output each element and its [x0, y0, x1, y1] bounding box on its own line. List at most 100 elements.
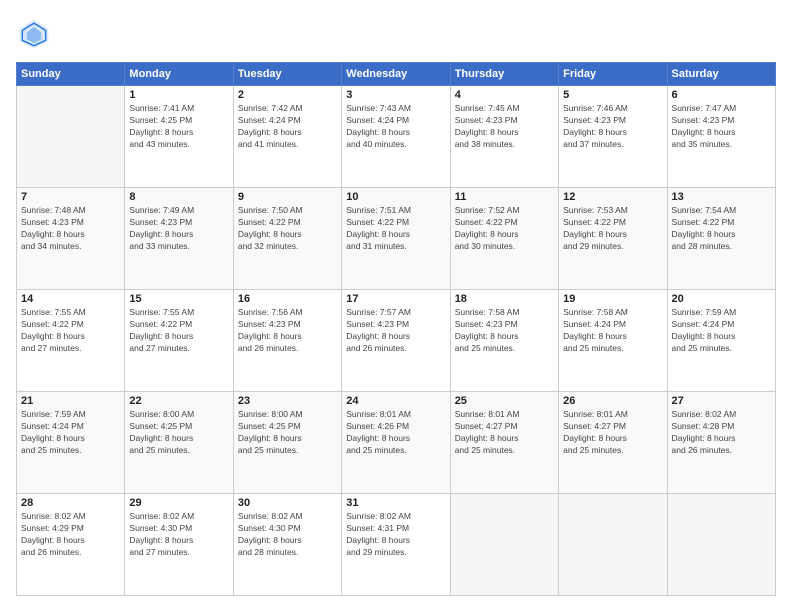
- calendar-table: SundayMondayTuesdayWednesdayThursdayFrid…: [16, 62, 776, 596]
- sunrise-text: Sunrise: 8:01 AM: [455, 409, 554, 421]
- daylight-text-2: and 25 minutes.: [672, 343, 771, 355]
- sunrise-text: Sunrise: 8:02 AM: [346, 511, 445, 523]
- sunrise-text: Sunrise: 8:00 AM: [129, 409, 228, 421]
- day-number: 25: [455, 395, 554, 407]
- daylight-text-2: and 28 minutes.: [238, 547, 337, 559]
- daylight-text-1: Daylight: 8 hours: [238, 433, 337, 445]
- daylight-text-1: Daylight: 8 hours: [563, 229, 662, 241]
- day-info: Sunrise: 7:55 AMSunset: 4:22 PMDaylight:…: [129, 307, 228, 355]
- sunset-text: Sunset: 4:25 PM: [129, 421, 228, 433]
- daylight-text-2: and 25 minutes.: [455, 445, 554, 457]
- sunrise-text: Sunrise: 8:00 AM: [238, 409, 337, 421]
- daylight-text-2: and 28 minutes.: [672, 241, 771, 253]
- day-info: Sunrise: 8:00 AMSunset: 4:25 PMDaylight:…: [129, 409, 228, 457]
- sunset-text: Sunset: 4:22 PM: [238, 217, 337, 229]
- daylight-text-2: and 31 minutes.: [346, 241, 445, 253]
- daylight-text-1: Daylight: 8 hours: [129, 229, 228, 241]
- day-number: 27: [672, 395, 771, 407]
- daylight-text-2: and 37 minutes.: [563, 139, 662, 151]
- sunset-text: Sunset: 4:22 PM: [672, 217, 771, 229]
- sunset-text: Sunset: 4:23 PM: [129, 217, 228, 229]
- day-number: 24: [346, 395, 445, 407]
- sunset-text: Sunset: 4:22 PM: [21, 319, 120, 331]
- day-info: Sunrise: 8:02 AMSunset: 4:30 PMDaylight:…: [238, 511, 337, 559]
- calendar-cell: 27 Sunrise: 8:02 AMSunset: 4:28 PMDayligh…: [667, 392, 775, 494]
- day-info: Sunrise: 8:00 AMSunset: 4:25 PMDaylight:…: [238, 409, 337, 457]
- daylight-text-1: Daylight: 8 hours: [563, 331, 662, 343]
- sunrise-text: Sunrise: 7:49 AM: [129, 205, 228, 217]
- daylight-text-1: Daylight: 8 hours: [455, 433, 554, 445]
- day-info: Sunrise: 7:54 AMSunset: 4:22 PMDaylight:…: [672, 205, 771, 253]
- daylight-text-1: Daylight: 8 hours: [672, 331, 771, 343]
- day-info: Sunrise: 8:02 AMSunset: 4:28 PMDaylight:…: [672, 409, 771, 457]
- calendar-cell: 13Sunrise: 7:54 AMSunset: 4:22 PMDayligh…: [667, 188, 775, 290]
- sunset-text: Sunset: 4:31 PM: [346, 523, 445, 535]
- day-info: Sunrise: 8:02 AMSunset: 4:29 PMDaylight:…: [21, 511, 120, 559]
- day-number: 19: [563, 293, 662, 305]
- daylight-text-1: Daylight: 8 hours: [672, 433, 771, 445]
- day-info: Sunrise: 7:49 AMSunset: 4:23 PMDaylight:…: [129, 205, 228, 253]
- calendar-cell: 17Sunrise: 7:57 AMSunset: 4:23 PMDayligh…: [342, 290, 450, 392]
- sunrise-text: Sunrise: 7:56 AM: [238, 307, 337, 319]
- page: SundayMondayTuesdayWednesdayThursdayFrid…: [0, 0, 792, 612]
- calendar-header-monday: Monday: [125, 63, 233, 86]
- sunrise-text: Sunrise: 7:58 AM: [563, 307, 662, 319]
- day-info: Sunrise: 8:01 AMSunset: 4:26 PMDaylight:…: [346, 409, 445, 457]
- calendar-cell: 20Sunrise: 7:59 AMSunset: 4:24 PMDayligh…: [667, 290, 775, 392]
- calendar-cell: 24 Sunrise: 8:01 AMSunset: 4:26 PMDayligh…: [342, 392, 450, 494]
- sunset-text: Sunset: 4:24 PM: [563, 319, 662, 331]
- day-info: Sunrise: 7:55 AMSunset: 4:22 PMDaylight:…: [21, 307, 120, 355]
- sunrise-text: Sunrise: 7:57 AM: [346, 307, 445, 319]
- calendar-week-row: 21Sunrise: 7:59 AMSunset: 4:24 PMDayligh…: [17, 392, 776, 494]
- daylight-text-1: Daylight: 8 hours: [455, 229, 554, 241]
- sunset-text: Sunset: 4:24 PM: [672, 319, 771, 331]
- daylight-text-2: and 33 minutes.: [129, 241, 228, 253]
- day-number: 16: [238, 293, 337, 305]
- sunset-text: Sunset: 4:22 PM: [346, 217, 445, 229]
- daylight-text-1: Daylight: 8 hours: [21, 433, 120, 445]
- daylight-text-1: Daylight: 8 hours: [129, 127, 228, 139]
- daylight-text-2: and 30 minutes.: [455, 241, 554, 253]
- sunset-text: Sunset: 4:27 PM: [563, 421, 662, 433]
- sunrise-text: Sunrise: 7:58 AM: [455, 307, 554, 319]
- day-number: 14: [21, 293, 120, 305]
- calendar-cell: [450, 494, 558, 596]
- calendar-cell: 30 Sunrise: 8:02 AMSunset: 4:30 PMDayligh…: [233, 494, 341, 596]
- calendar-week-row: 14Sunrise: 7:55 AMSunset: 4:22 PMDayligh…: [17, 290, 776, 392]
- day-number: 22: [129, 395, 228, 407]
- day-number: 6: [672, 89, 771, 101]
- daylight-text-1: Daylight: 8 hours: [238, 535, 337, 547]
- sunrise-text: Sunrise: 8:02 AM: [129, 511, 228, 523]
- sunset-text: Sunset: 4:25 PM: [238, 421, 337, 433]
- calendar-cell: 8Sunrise: 7:49 AMSunset: 4:23 PMDaylight…: [125, 188, 233, 290]
- daylight-text-1: Daylight: 8 hours: [563, 433, 662, 445]
- daylight-text-2: and 32 minutes.: [238, 241, 337, 253]
- calendar-cell: [559, 494, 667, 596]
- sunset-text: Sunset: 4:23 PM: [238, 319, 337, 331]
- day-info: Sunrise: 7:43 AMSunset: 4:24 PMDaylight:…: [346, 103, 445, 151]
- sunrise-text: Sunrise: 7:55 AM: [129, 307, 228, 319]
- sunrise-text: Sunrise: 7:52 AM: [455, 205, 554, 217]
- sunset-text: Sunset: 4:24 PM: [346, 115, 445, 127]
- day-number: 11: [455, 191, 554, 203]
- sunrise-text: Sunrise: 7:50 AM: [238, 205, 337, 217]
- calendar-cell: 4Sunrise: 7:45 AMSunset: 4:23 PMDaylight…: [450, 86, 558, 188]
- daylight-text-1: Daylight: 8 hours: [563, 127, 662, 139]
- day-number: 28: [21, 497, 120, 509]
- calendar-week-row: 28 Sunrise: 8:02 AMSunset: 4:29 PMDayligh…: [17, 494, 776, 596]
- calendar-week-row: 1Sunrise: 7:41 AMSunset: 4:25 PMDaylight…: [17, 86, 776, 188]
- sunset-text: Sunset: 4:23 PM: [672, 115, 771, 127]
- sunrise-text: Sunrise: 7:55 AM: [21, 307, 120, 319]
- daylight-text-2: and 41 minutes.: [238, 139, 337, 151]
- daylight-text-2: and 25 minutes.: [129, 445, 228, 457]
- sunrise-text: Sunrise: 7:45 AM: [455, 103, 554, 115]
- sunset-text: Sunset: 4:30 PM: [238, 523, 337, 535]
- calendar-cell: 2Sunrise: 7:42 AMSunset: 4:24 PMDaylight…: [233, 86, 341, 188]
- calendar-cell: 23Sunrise: 8:00 AMSunset: 4:25 PMDayligh…: [233, 392, 341, 494]
- sunrise-text: Sunrise: 7:41 AM: [129, 103, 228, 115]
- day-info: Sunrise: 7:48 AMSunset: 4:23 PMDaylight:…: [21, 205, 120, 253]
- day-number: 30: [238, 497, 337, 509]
- calendar-week-row: 7Sunrise: 7:48 AMSunset: 4:23 PMDaylight…: [17, 188, 776, 290]
- day-number: 1: [129, 89, 228, 101]
- day-info: Sunrise: 8:02 AMSunset: 4:31 PMDaylight:…: [346, 511, 445, 559]
